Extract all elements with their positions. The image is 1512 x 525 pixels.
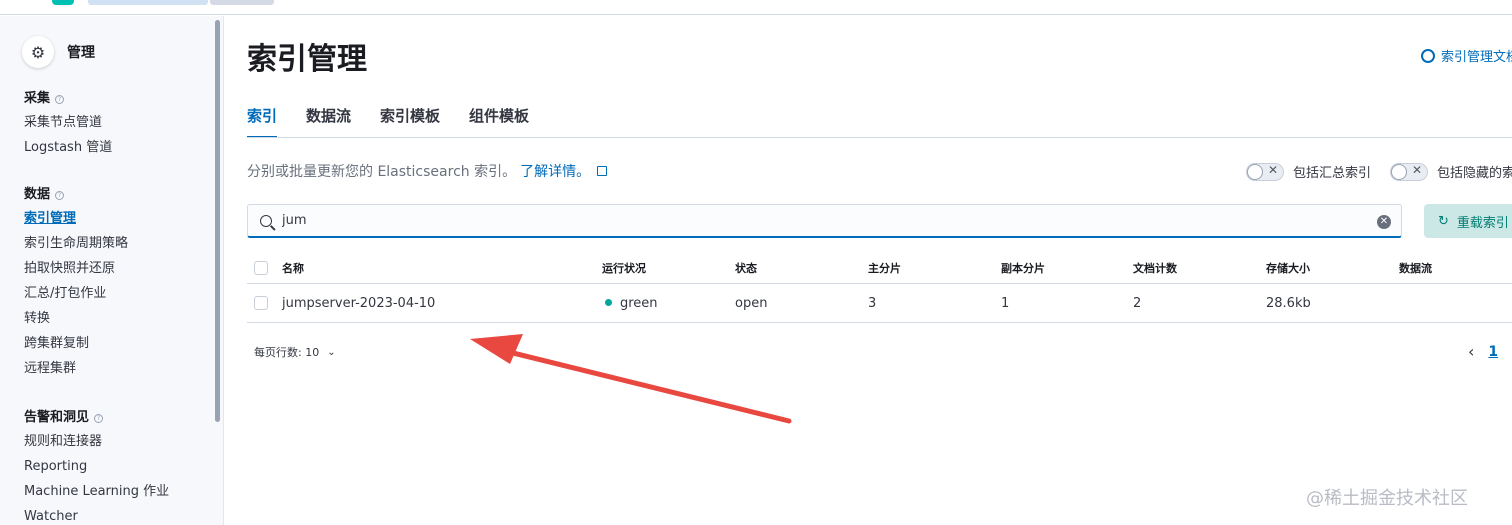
sidebar-item-index-management[interactable]: 索引管理 [24, 206, 128, 231]
index-name-link[interactable]: jumpserver-2023-04-10 [282, 284, 435, 322]
sidebar-item-watcher[interactable]: Watcher [24, 504, 169, 525]
help-icon[interactable]: ? [55, 94, 65, 104]
column-header-name[interactable]: 名称 [282, 252, 304, 283]
description-text: 分别或批量更新您的 Elasticsearch 索引。 [247, 164, 517, 180]
sidebar-title: 管理 [67, 45, 95, 61]
help-icon[interactable]: ? [55, 190, 65, 200]
search-input[interactable] [282, 213, 1362, 228]
reload-indices-button[interactable]: ↻ 重载索引 [1424, 204, 1512, 238]
tab-index-templates[interactable]: 索引模板 [380, 104, 440, 138]
column-header-primary[interactable]: 主分片 [868, 252, 901, 283]
column-header-replica[interactable]: 副本分片 [1001, 252, 1045, 283]
health-value: green [620, 295, 658, 311]
select-all-checkbox[interactable] [254, 260, 268, 275]
previous-page-icon[interactable]: ‹ [1468, 342, 1474, 361]
page-title: 索引管理 [247, 42, 367, 77]
sidebar-item-reporting[interactable]: Reporting [24, 454, 169, 479]
tab-data-streams[interactable]: 数据流 [306, 104, 351, 138]
size-cell: 28.6kb [1266, 295, 1311, 311]
toggle-knob [1248, 164, 1262, 179]
toggle-label: 包括隐藏的索引 [1437, 166, 1512, 181]
sidebar-header: ⚙ 管理 [22, 36, 95, 68]
sidebar-scrollbar[interactable] [215, 20, 220, 422]
primary-cell: 3 [868, 295, 877, 311]
status-cell: open [735, 295, 768, 311]
rows-per-page-label: 每页行数: 10 [254, 346, 320, 359]
health-cell: green [605, 284, 658, 322]
sidebar-group-ingest: 采集? 采集节点管道 Logstash 管道 [24, 88, 112, 160]
health-dot-icon [605, 298, 612, 306]
sidebar-item-rules-connectors[interactable]: 规则和连接器 [24, 429, 169, 454]
sidebar-item-ingest-pipelines[interactable]: 采集节点管道 [24, 110, 112, 135]
tabs-divider [247, 137, 1512, 138]
sidebar-group-data: 数据? 索引管理 索引生命周期策略 拍取快照并还原 汇总/打包作业 转换 跨集群… [24, 184, 128, 381]
include-rollup-toggle[interactable]: ✕ 包括汇总索引 [1246, 162, 1371, 181]
sidebar-item-ccr[interactable]: 跨集群复制 [24, 331, 128, 356]
toggle-switch[interactable]: ✕ [1390, 162, 1428, 181]
sidebar-group-alerts: 告警和洞见? 规则和连接器 Reporting Machine Learning… [24, 407, 169, 525]
cross-icon: ✕ [1412, 162, 1423, 177]
column-header-health[interactable]: 运行状况 [602, 252, 646, 283]
sidebar-item-ilm-policies[interactable]: 索引生命周期策略 [24, 231, 128, 256]
clear-icon[interactable]: ✕ [1377, 215, 1391, 229]
toggle-switch[interactable]: ✕ [1246, 162, 1284, 181]
refresh-icon: ↻ [1438, 213, 1449, 229]
table-row: jumpserver-2023-04-10 green open 3 1 2 2… [247, 284, 1512, 323]
column-header-docs[interactable]: 文档计数 [1133, 252, 1177, 283]
toggle-knob [1392, 164, 1406, 179]
page-description: 分别或批量更新您的 Elasticsearch 索引。 了解详情。 [247, 161, 608, 181]
indices-table: 名称 运行状况 状态 主分片 副本分片 文档计数 存储大小 数据流 jumpse… [247, 252, 1512, 323]
search-icon [260, 214, 272, 227]
cross-icon: ✕ [1268, 162, 1279, 177]
sidebar-item-rollup-jobs[interactable]: 汇总/打包作业 [24, 281, 128, 306]
column-header-size[interactable]: 存储大小 [1266, 252, 1310, 283]
docs-cell: 2 [1133, 295, 1142, 311]
tab-component-templates[interactable]: 组件模板 [469, 104, 529, 138]
breadcrumb-2[interactable] [210, 0, 274, 5]
tab-bar: 索引 数据流 索引模板 组件模板 [247, 104, 558, 138]
sidebar-item-transforms[interactable]: 转换 [24, 306, 128, 331]
search-bar[interactable]: ✕ [247, 204, 1402, 238]
sidebar-item-snapshot-restore[interactable]: 拍取快照并还原 [24, 256, 128, 281]
top-header [0, 0, 1512, 15]
column-header-data-stream[interactable]: 数据流 [1399, 252, 1432, 283]
external-link-icon [597, 166, 608, 176]
include-hidden-toggle[interactable]: ✕ 包括隐藏的索引 [1390, 162, 1512, 181]
pagination: ‹ 1 [1468, 342, 1498, 361]
help-icon[interactable]: ? [94, 413, 104, 423]
rows-per-page-select[interactable]: 每页行数: 10 ⌄ [254, 344, 336, 360]
learn-more-link[interactable]: 了解详情。 [520, 161, 590, 181]
chevron-down-icon: ⌄ [327, 346, 336, 358]
docs-link-label: 索引管理文档 [1441, 50, 1512, 65]
docs-link[interactable]: 索引管理文档 [1421, 46, 1512, 65]
main-content: 索引管理 索引管理文档 索引 数据流 索引模板 组件模板 分别或批量更新您的 E… [225, 16, 1512, 525]
gear-icon: ⚙ [22, 36, 54, 68]
group-title: 告警和洞见 [24, 410, 90, 425]
page-number[interactable]: 1 [1488, 344, 1498, 360]
watermark: @稀土掘金技术社区 [1306, 488, 1468, 509]
toggle-label: 包括汇总索引 [1293, 166, 1372, 181]
table-header-row: 名称 运行状况 状态 主分片 副本分片 文档计数 存储大小 数据流 [247, 252, 1512, 284]
row-checkbox[interactable] [254, 296, 268, 310]
lifebuoy-icon [1421, 48, 1435, 63]
sidebar-item-remote-clusters[interactable]: 远程集群 [24, 356, 128, 381]
reload-label: 重载索引 [1456, 215, 1509, 231]
group-title: 采集 [24, 91, 51, 106]
sidebar-item-logstash-pipelines[interactable]: Logstash 管道 [24, 135, 112, 160]
elastic-logo[interactable] [52, 0, 74, 5]
sidebar-item-ml-jobs[interactable]: Machine Learning 作业 [24, 479, 169, 504]
group-title: 数据 [24, 187, 51, 202]
replica-cell: 1 [1001, 295, 1010, 311]
tab-indices[interactable]: 索引 [247, 104, 278, 138]
breadcrumb-1[interactable] [88, 0, 208, 5]
management-sidebar: ⚙ 管理 采集? 采集节点管道 Logstash 管道 数据? 索引管理 索引生… [0, 16, 224, 525]
column-header-status[interactable]: 状态 [735, 252, 757, 283]
